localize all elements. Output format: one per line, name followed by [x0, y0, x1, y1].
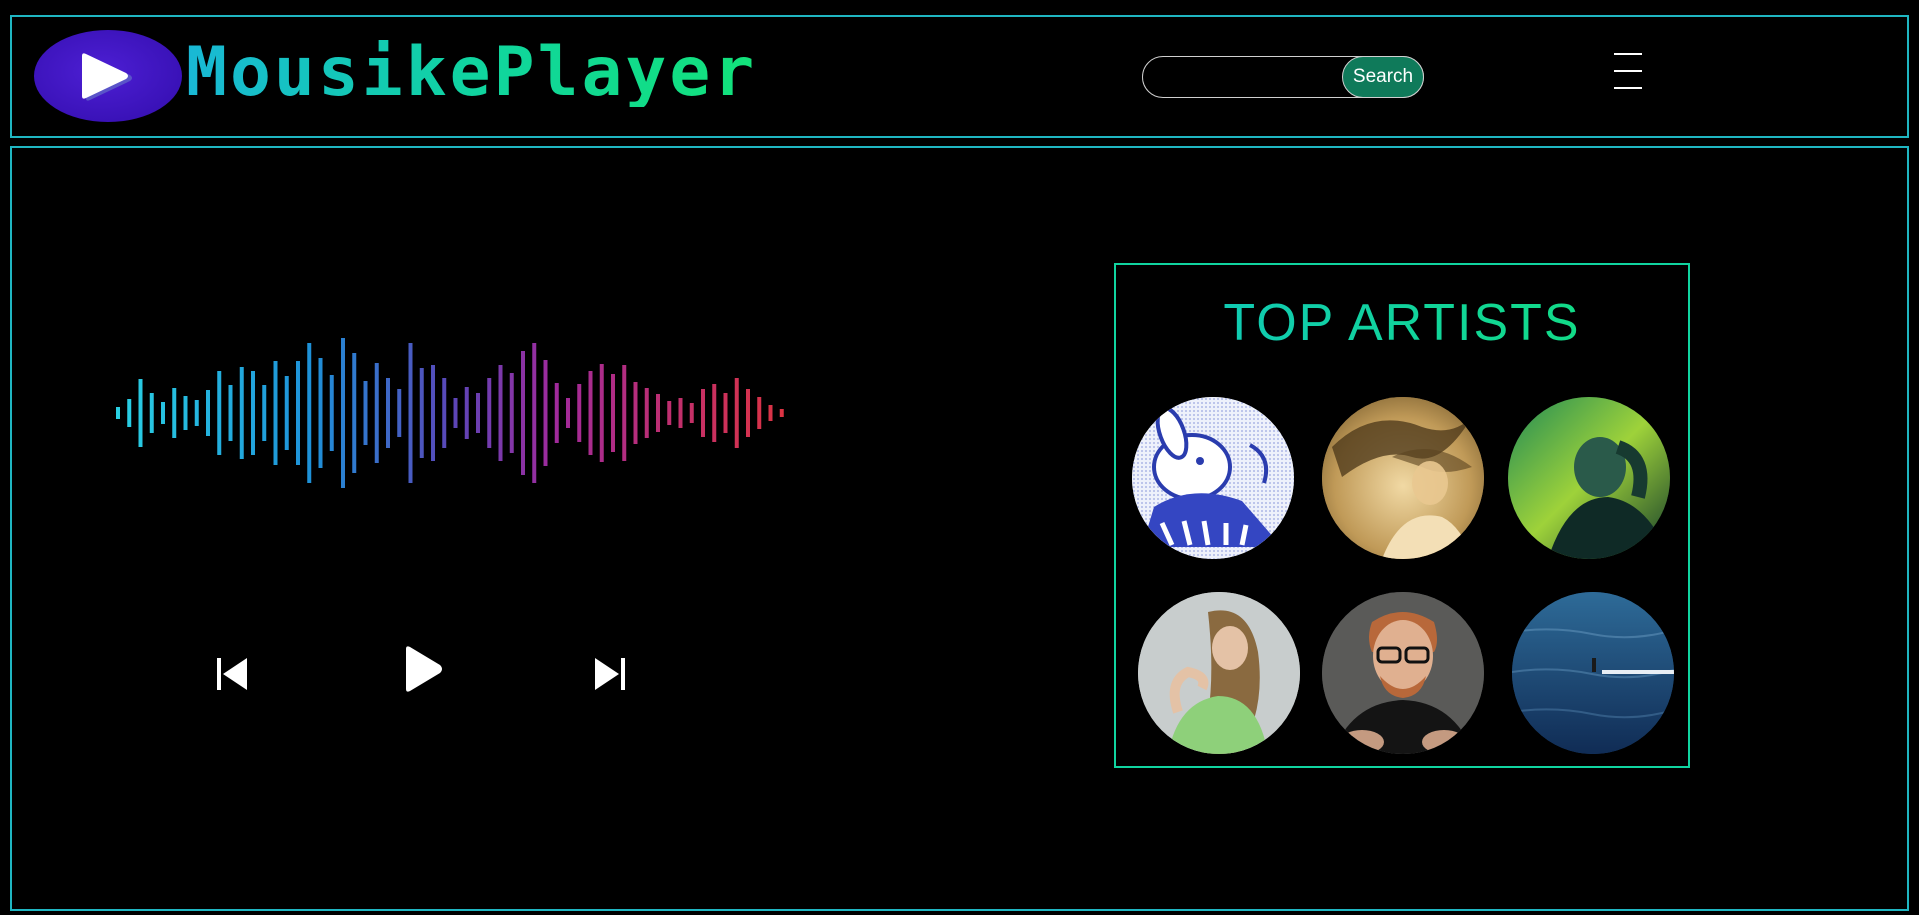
- waveform-bar: [273, 361, 278, 465]
- waveform-bar: [453, 398, 458, 428]
- artist-avatar-4[interactable]: [1138, 592, 1300, 754]
- waveform-bar: [419, 368, 424, 458]
- waveform-bar: [374, 363, 379, 463]
- waveform-bar: [487, 378, 492, 448]
- audio-waveform-icon: [116, 338, 784, 488]
- waveform-bar: [116, 407, 120, 419]
- waveform-bar: [296, 361, 300, 465]
- waveform-bar: [206, 390, 210, 436]
- hamburger-menu-icon[interactable]: [1614, 51, 1642, 91]
- waveform-bar: [757, 397, 762, 429]
- waveform-bar: [442, 378, 447, 448]
- waveform-bar: [678, 398, 683, 428]
- waveform-bar: [408, 343, 413, 483]
- waveform-bar: [689, 403, 694, 423]
- ocean-waves-album-art: [1512, 592, 1674, 754]
- artist-avatar-6[interactable]: [1512, 592, 1674, 754]
- play-icon[interactable]: [398, 644, 446, 694]
- waveform-bar: [329, 375, 334, 451]
- waveform-bar: [712, 384, 717, 442]
- artist-avatar-1[interactable]: [1132, 397, 1294, 559]
- waveform-bar: [498, 365, 503, 461]
- waveform-bar: [352, 353, 357, 473]
- waveform-bar: [262, 385, 267, 441]
- waveform-bar: [633, 382, 638, 444]
- waveform-bar: [588, 371, 593, 455]
- skip-next-icon[interactable]: [592, 656, 628, 692]
- search-input[interactable]: [1155, 63, 1339, 93]
- waveform-bar: [127, 399, 132, 427]
- waveform-bar: [644, 388, 649, 438]
- waveform-bar: [667, 401, 672, 425]
- waveform-bar: [577, 384, 582, 442]
- waveform-bar: [701, 389, 705, 437]
- waveform-bar: [554, 383, 559, 443]
- waveform-bar: [611, 374, 615, 452]
- waveform-bar: [509, 373, 514, 453]
- green-lit-portrait: [1508, 397, 1670, 559]
- waveform-bar: [599, 364, 604, 462]
- waveform-bar: [386, 378, 390, 448]
- waveform-bar: [431, 365, 435, 461]
- play-logo-icon[interactable]: [34, 30, 182, 122]
- waveform-bar: [363, 381, 368, 445]
- waveform-bar: [138, 379, 143, 447]
- main-content: TOP ARTISTS: [10, 146, 1909, 911]
- waveform-bar: [318, 358, 323, 468]
- waveform-bar: [284, 376, 289, 450]
- waveform-bar: [161, 402, 165, 424]
- waveform-bar: [521, 351, 525, 475]
- waveform-bar: [656, 394, 660, 432]
- gold-toned-portrait-flowing-hair: [1322, 397, 1484, 559]
- waveform-bar: [532, 343, 537, 483]
- search-form: Search: [1142, 56, 1424, 98]
- waveform-bar: [341, 338, 345, 488]
- top-artists-title: TOP ARTISTS: [1116, 297, 1688, 349]
- search-button[interactable]: Search: [1342, 56, 1424, 98]
- skip-previous-icon[interactable]: [214, 656, 250, 692]
- waveform-bar: [251, 371, 255, 455]
- waveform-bar: [476, 393, 480, 433]
- waveform-bar: [779, 409, 784, 417]
- waveform-bar: [734, 378, 739, 448]
- waveform-bar: [172, 388, 177, 438]
- newjeans-bunny-album-art: [1132, 397, 1294, 559]
- waveform-bar: [566, 398, 570, 428]
- waveform-bar: [307, 343, 312, 483]
- waveform-bar: [194, 400, 199, 426]
- waveform-bar: [768, 405, 773, 421]
- portrait-glasses-black-shirt: [1322, 592, 1484, 754]
- waveform-bar: [397, 389, 402, 437]
- artist-avatar-5[interactable]: [1322, 592, 1484, 754]
- waveform-bar: [239, 367, 244, 459]
- waveform-bar: [622, 365, 627, 461]
- top-artists-panel: TOP ARTISTS: [1114, 263, 1690, 768]
- waveform-bar: [723, 393, 728, 433]
- artist-avatar-2[interactable]: [1322, 397, 1484, 559]
- waveform-bar: [183, 396, 188, 430]
- waveform-bar: [543, 360, 548, 466]
- app-header: MousikePlayer Search: [10, 15, 1909, 138]
- waveform-bar: [464, 387, 469, 439]
- artist-avatar-3[interactable]: [1508, 397, 1670, 559]
- waveform-bar: [149, 393, 154, 433]
- brand-title: MousikePlayer: [186, 33, 758, 112]
- waveform-bar: [217, 371, 222, 455]
- portrait-green-top: [1138, 592, 1300, 754]
- waveform-bar: [228, 385, 233, 441]
- waveform-bar: [746, 389, 750, 437]
